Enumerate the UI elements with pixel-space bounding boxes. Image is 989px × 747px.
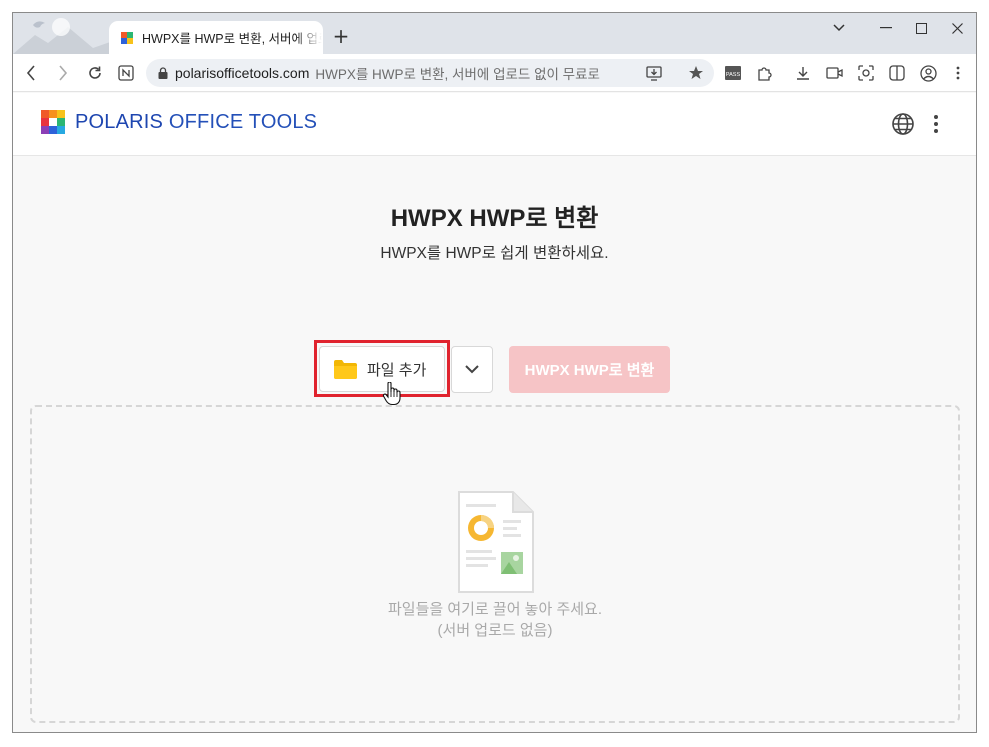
browser-toolbar: polarisofficetools.com HWPX를 HWP로 변환, 서버… xyxy=(13,54,976,92)
bookmark-star-icon[interactable] xyxy=(687,63,707,83)
screen-capture-icon[interactable] xyxy=(824,63,844,83)
install-app-icon[interactable] xyxy=(644,63,664,83)
notion-extension-icon[interactable] xyxy=(116,63,136,83)
tab-strip: HWPX를 HWP로 변환, 서버에 업로드 없이 무료로 + xyxy=(13,13,976,54)
language-globe-icon[interactable] xyxy=(890,111,916,137)
site-header: POLARIS OFFICE TOOLS xyxy=(13,93,976,156)
polaris-favicon-icon xyxy=(121,31,133,44)
lens-icon[interactable] xyxy=(856,63,876,83)
hand-cursor-icon xyxy=(382,382,401,406)
add-file-dropdown-button[interactable] xyxy=(451,346,493,393)
forward-arrow-icon[interactable] xyxy=(53,63,73,83)
folder-icon xyxy=(334,360,357,379)
close-icon[interactable] xyxy=(936,13,976,43)
convert-button[interactable]: HWPX HWP로 변환 xyxy=(509,346,670,393)
theme-decoration xyxy=(13,18,113,54)
back-arrow-icon[interactable] xyxy=(21,63,41,83)
drop-instructions: 파일들을 여기로 끌어 놓아 주세요. (서버 업로드 없음) xyxy=(32,599,958,641)
polaris-logo-icon xyxy=(41,110,65,134)
extensions-puzzle-icon[interactable] xyxy=(754,63,774,83)
new-tab-button[interactable]: + xyxy=(331,26,351,46)
url-host: polarisofficetools.com xyxy=(175,65,310,81)
address-bar[interactable]: polarisofficetools.com HWPX를 HWP로 변환, 서버… xyxy=(146,59,714,87)
drop-instruction-line: 파일들을 여기로 끌어 놓아 주세요. xyxy=(387,601,603,618)
tab-search-chevron-icon[interactable] xyxy=(818,13,860,43)
page-title: HWPX HWP로 변환 xyxy=(390,205,599,232)
add-file-label: 파일 추가 xyxy=(367,361,427,379)
logo-text: POLARIS OFFICE TOOLS xyxy=(75,110,318,133)
file-drop-zone[interactable]: 파일들을 여기로 끌어 놓아 주세요. (서버 업로드 없음) xyxy=(30,405,960,723)
profile-avatar-icon[interactable] xyxy=(918,63,938,83)
browser-menu-icon[interactable] xyxy=(948,63,968,83)
page-content: POLARIS OFFICE TOOLS HWPX HWP로 변환 HWPX를 … xyxy=(13,93,976,732)
svg-text:PASS: PASS xyxy=(726,72,741,78)
pass-extension-icon[interactable]: PASS xyxy=(723,63,743,83)
chevron-down-icon xyxy=(465,365,479,374)
browser-window: HWPX를 HWP로 변환, 서버에 업로드 없이 무료로 + xyxy=(12,12,977,733)
side-panel-icon[interactable] xyxy=(887,63,907,83)
url-path: HWPX를 HWP로 변환, 서버에 업로드 없이 무료로 xyxy=(315,67,600,82)
tab-active[interactable]: HWPX를 HWP로 변환, 서버에 업로드 없이 무료로 xyxy=(109,21,323,54)
polaris-logo[interactable]: POLARIS OFFICE TOOLS xyxy=(41,110,317,134)
document-illustration-icon xyxy=(458,491,534,593)
download-icon[interactable] xyxy=(793,63,813,83)
page-subtitle: HWPX를 HWP로 쉽게 변환하세요. xyxy=(380,245,609,262)
lock-icon xyxy=(158,67,168,79)
site-menu-icon[interactable] xyxy=(923,111,949,137)
tab-title: HWPX를 HWP로 변환, 서버에 업로드 없이 무료로 xyxy=(142,32,322,46)
drop-note-line: (서버 업로드 없음) xyxy=(437,622,553,639)
reload-icon[interactable] xyxy=(85,63,105,83)
